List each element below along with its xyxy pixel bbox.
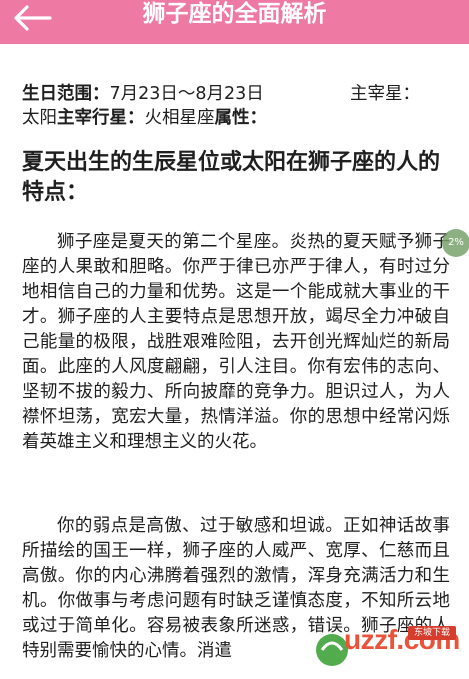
attribute-label: 属性： — [214, 108, 268, 128]
section-heading: 夏天出生的生辰星位或太阳在狮子座的人的特点： — [22, 150, 441, 205]
zodiac-info: 生日范围：7月23日～8月23日 主宰星： 太阳主宰行星：火相星座属性： — [22, 82, 462, 130]
watermark-badge: 东坡下载 — [408, 626, 456, 640]
planet-row: 太阳主宰行星：火相星座属性： — [22, 106, 462, 130]
birthday-row: 生日范围：7月23日～8月23日 主宰星： — [22, 82, 462, 106]
top-app-bar: 狮子座的全面解析 — [0, 0, 469, 44]
paragraph-strengths: 狮子座是夏天的第二个星座。炎热的夏天赋予狮子座的人果敢和胆略。你严于律已亦严于律… — [22, 232, 450, 452]
planet-label: 主宰行星： — [57, 108, 145, 128]
site-watermark: uzzf.com 东坡下载 — [312, 606, 469, 679]
floating-progress-badge[interactable]: 2% — [442, 229, 469, 257]
birthday-label: 生日范围： — [22, 84, 110, 104]
birthday-value: 7月23日～8月23日 — [109, 84, 264, 104]
planet-value: 火相星座 — [144, 108, 215, 128]
page-title: 狮子座的全面解析 — [142, 1, 327, 27]
ruler-label: 主宰星： — [350, 84, 420, 104]
sun-text: 太阳 — [22, 108, 57, 128]
